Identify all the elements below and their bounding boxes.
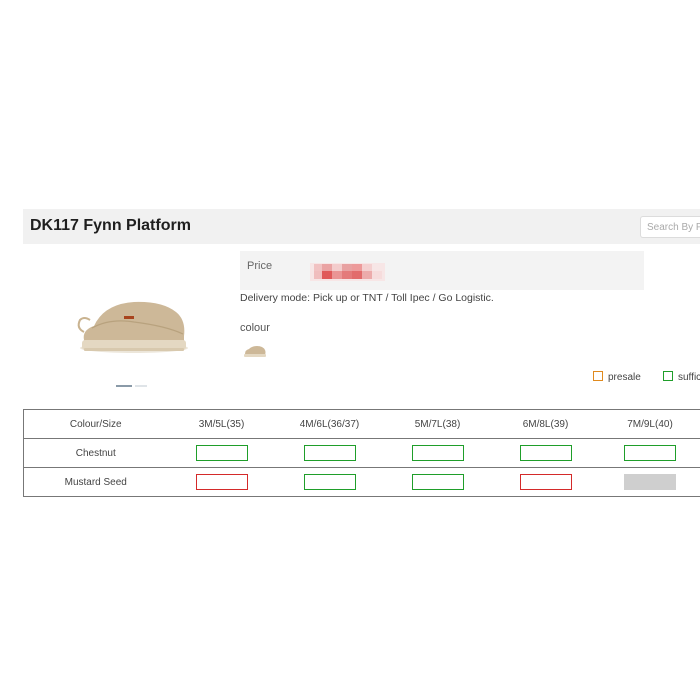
stock-table: Colour/Size 3M/5L(35) 4M/6L(36/37) 5M/7L…: [23, 409, 700, 497]
stock-cell[interactable]: [303, 445, 356, 461]
table-row: Chestnut: [23, 438, 700, 468]
carousel-dot[interactable]: [135, 385, 147, 387]
table-row: Mustard Seed: [23, 467, 700, 497]
page-title: DK117 Fynn Platform: [30, 217, 191, 234]
stock-cell[interactable]: [411, 445, 464, 461]
presale-swatch: [593, 371, 603, 381]
column-header-size: 3M/5L(35): [167, 409, 276, 439]
header-bar: DK117 Fynn Platform: [23, 209, 700, 244]
sufficient-swatch: [663, 371, 673, 381]
legend-presale-label: presale: [608, 372, 641, 383]
stock-cell[interactable]: [519, 474, 572, 490]
stock-cell: [624, 474, 676, 490]
stock-cell[interactable]: [195, 474, 248, 490]
row-colour-name: Mustard Seed: [23, 467, 168, 497]
legend-sufficient-label: suffic: [678, 372, 700, 383]
stock-cell[interactable]: [411, 474, 464, 490]
column-header-size: 4M/6L(36/37): [275, 409, 384, 439]
column-header-size: 7M/9L(40): [599, 409, 700, 439]
stock-cell[interactable]: [303, 474, 356, 490]
column-header-size: 6M/8L(39): [491, 409, 600, 439]
search-input[interactable]: [640, 216, 700, 238]
table-header-row: Colour/Size 3M/5L(35) 4M/6L(36/37) 5M/7L…: [23, 409, 700, 439]
carousel-dot-active[interactable]: [116, 385, 132, 387]
stock-cell[interactable]: [519, 445, 572, 461]
price-label: Price: [247, 260, 273, 272]
colour-label: colour: [240, 322, 270, 334]
stock-cell[interactable]: [195, 445, 248, 461]
delivery-mode: Delivery mode: Pick up or TNT / Toll Ipe…: [240, 292, 494, 304]
price-box: Price: [240, 251, 644, 290]
stock-cell[interactable]: [624, 445, 676, 461]
row-colour-name: Chestnut: [23, 438, 168, 468]
product-image: [77, 301, 188, 353]
column-header-size: 5M/7L(38): [383, 409, 492, 439]
colour-swatch-thumbnail[interactable]: [242, 341, 268, 361]
column-header-colour-size: Colour/Size: [23, 409, 168, 439]
price-value-blurred: [310, 263, 385, 281]
